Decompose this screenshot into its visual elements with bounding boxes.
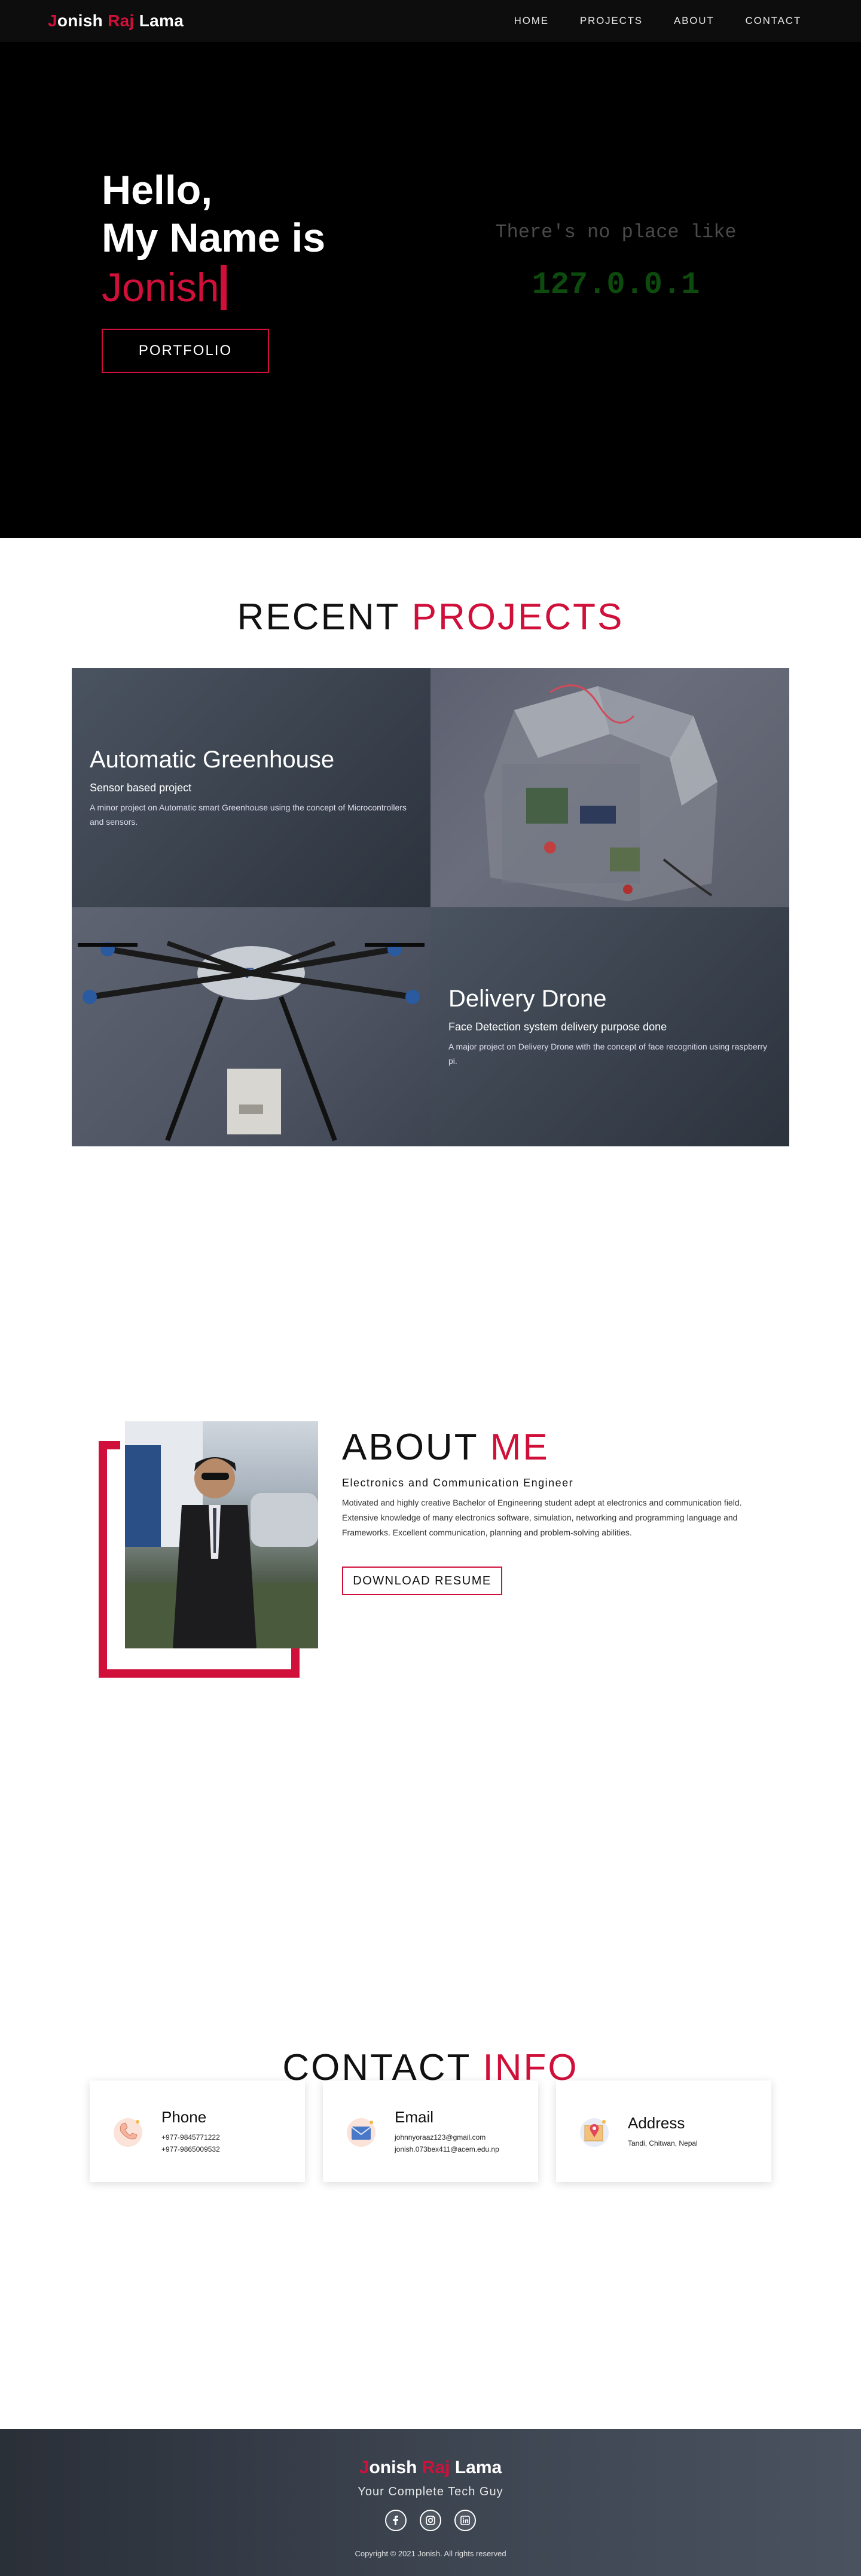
- about-section: ABOUT ME Electronics and Communication E…: [0, 1212, 861, 2025]
- card-title: Address: [628, 2113, 685, 2132]
- about-description: Motivated and highly creative Bachelor o…: [342, 1498, 742, 1537]
- contact-cards: Phone +977-9845771222 +977-9865009532 Em…: [90, 2081, 771, 2182]
- hero-intro: Hello, My Name is Jonish PORTFOLIO: [102, 166, 325, 373]
- nav-link-contact[interactable]: CONTACT: [746, 15, 802, 27]
- instagram-icon: [426, 2516, 435, 2525]
- nav-link-about[interactable]: ABOUT: [674, 15, 715, 27]
- project-card-drone[interactable]: Delivery Drone Face Detection system del…: [430, 907, 789, 1146]
- projects-title: RECENT PROJECTS: [0, 596, 861, 638]
- hero-typed-name: Jonish: [102, 262, 325, 313]
- projects-title-main: RECENT: [237, 596, 400, 638]
- brand-first-name: onish: [57, 11, 103, 30]
- email-line-1[interactable]: johnnyoraaz123@gmail.com: [395, 2131, 499, 2143]
- contact-card-phone[interactable]: Phone +977-9845771222 +977-9865009532: [90, 2081, 305, 2182]
- project-subtitle: Sensor based project: [90, 782, 192, 794]
- contact-card-body: Address Tandi, Chitwan, Nepal: [628, 2114, 698, 2149]
- typed-name-text: Jonish: [102, 265, 219, 310]
- greenhouse-image: [430, 668, 789, 907]
- quote-line-2: 127.0.0.1: [532, 267, 700, 302]
- footer-brand-last-name: Lama: [454, 2458, 502, 2477]
- project-description: A major project on Delivery Drone with t…: [448, 1042, 768, 1066]
- download-resume-button[interactable]: DOWNLOAD RESUME: [342, 1567, 502, 1595]
- project-title: Automatic Greenhouse: [90, 747, 335, 773]
- top-navbar: Jonish Raj Lama HOME PROJECTS ABOUT CONT…: [0, 0, 861, 42]
- phone-line-1[interactable]: +977-9845771222: [161, 2131, 220, 2143]
- contact-section: CONTACT INFO Phone +977-9845771222 +977-…: [0, 2025, 861, 2429]
- contact-card-email[interactable]: Email johnnyoraaz123@gmail.com jonish.07…: [323, 2081, 538, 2182]
- footer-tagline: Your Complete Tech Guy: [358, 2485, 503, 2498]
- address-line: Tandi, Chitwan, Nepal: [628, 2138, 698, 2147]
- greenhouse-illustration: [484, 684, 718, 901]
- projects-section: RECENT PROJECTS Automatic Greenhouse Sen…: [0, 538, 861, 1212]
- contact-card-body: Email johnnyoraaz123@gmail.com jonish.07…: [395, 2108, 499, 2155]
- address-icon: [580, 2118, 609, 2147]
- portfolio-button[interactable]: PORTFOLIO: [102, 329, 269, 373]
- about-content: ABOUT ME Electronics and Communication E…: [342, 1426, 761, 1595]
- projects-grid: Automatic Greenhouse Sensor based projec…: [72, 668, 789, 1146]
- projects-title-accent: PROJECTS: [411, 596, 624, 638]
- about-title: ABOUT ME: [342, 1426, 761, 1468]
- nav-links: HOME PROJECTS ABOUT CONTACT: [514, 15, 801, 27]
- project-card-greenhouse[interactable]: Automatic Greenhouse Sensor based projec…: [72, 668, 430, 907]
- email-line-2[interactable]: jonish.073bex411@acem.edu.np: [395, 2143, 499, 2155]
- about-role: Electronics and Communication Engineer: [342, 1477, 574, 1489]
- project-description: A minor project on Automatic smart Green…: [90, 803, 407, 827]
- footer-brand-middle-name: Raj: [422, 2458, 450, 2477]
- hero-quote: There's no place like 127.0.0.1: [442, 221, 789, 302]
- brand-last-name: Lama: [139, 11, 184, 30]
- about-title-main: ABOUT: [342, 1427, 478, 1468]
- project-title: Delivery Drone: [448, 986, 607, 1012]
- social-links: [0, 2510, 861, 2531]
- footer-brand-initial: J: [359, 2458, 370, 2477]
- profile-photo: [125, 1421, 318, 1648]
- card-title: Phone: [161, 2107, 207, 2126]
- card-title: Email: [395, 2107, 434, 2126]
- drone-illustration: F: [78, 941, 425, 1142]
- typing-cursor: [220, 265, 227, 310]
- hero-greeting: Hello,: [102, 167, 213, 213]
- linkedin-icon: [460, 2516, 470, 2525]
- brand-logo[interactable]: Jonish Raj Lama: [48, 11, 184, 30]
- brand-middle-name: Raj: [108, 11, 135, 30]
- nav-link-projects[interactable]: PROJECTS: [580, 15, 643, 27]
- email-icon: [347, 2118, 375, 2147]
- instagram-link[interactable]: [420, 2510, 441, 2531]
- phone-line-2[interactable]: +977-9865009532: [161, 2143, 220, 2155]
- linkedin-link[interactable]: [454, 2510, 476, 2531]
- project-subtitle: Face Detection system delivery purpose d…: [448, 1021, 667, 1033]
- brand-initial: J: [48, 11, 57, 30]
- contact-card-address[interactable]: Address Tandi, Chitwan, Nepal: [556, 2081, 771, 2182]
- about-title-accent: ME: [490, 1427, 549, 1468]
- contact-card-body: Phone +977-9845771222 +977-9865009532: [161, 2108, 220, 2155]
- copyright-text: Copyright © 2021 Jonish. All rights rese…: [355, 2549, 506, 2558]
- phone-icon: [114, 2118, 142, 2147]
- hero-name-intro: My Name is: [102, 215, 326, 261]
- footer-brand[interactable]: Jonish Raj Lama: [0, 2458, 861, 2478]
- footer-brand-first-name: onish: [369, 2458, 417, 2477]
- nav-link-home[interactable]: HOME: [514, 15, 549, 27]
- site-footer: Jonish Raj Lama Your Complete Tech Guy C…: [0, 2429, 861, 2576]
- facebook-icon: [393, 2516, 398, 2525]
- drone-image: F: [72, 907, 430, 1146]
- quote-line-1: There's no place like: [495, 221, 737, 243]
- profile-illustration: [125, 1421, 318, 1648]
- hero-section: Hello, My Name is Jonish PORTFOLIO There…: [0, 0, 861, 538]
- facebook-link[interactable]: [385, 2510, 407, 2531]
